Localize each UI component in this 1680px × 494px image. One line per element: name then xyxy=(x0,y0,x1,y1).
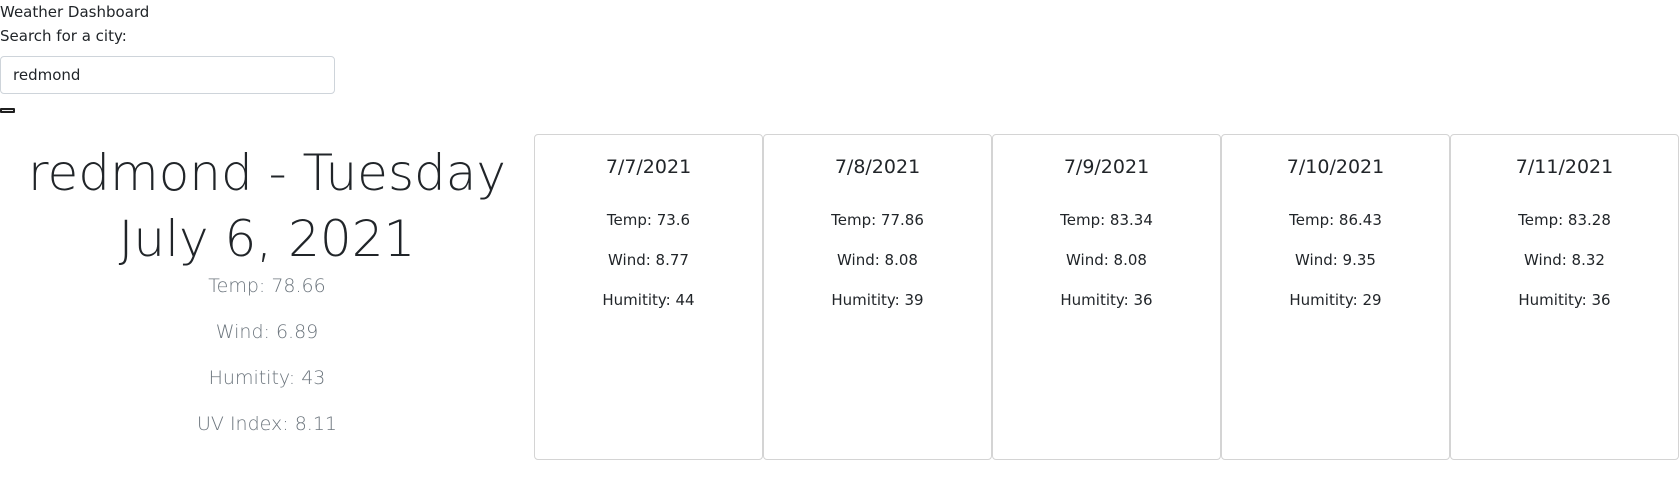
forecast-cards: 7/7/2021 Temp: 73.6 Wind: 8.77 Humitity:… xyxy=(534,134,1679,460)
forecast-humidity: Humitity: 29 xyxy=(1289,291,1382,309)
forecast-temp: Temp: 86.43 xyxy=(1289,211,1382,229)
forecast-date: 7/11/2021 xyxy=(1515,156,1614,178)
forecast-card: 7/10/2021 Temp: 86.43 Wind: 9.35 Humitit… xyxy=(1221,134,1450,460)
current-temp: Temp: 78.66 xyxy=(208,275,326,297)
search-input[interactable] xyxy=(0,56,335,94)
current-wind: Wind: 6.89 xyxy=(215,321,319,343)
forecast-humidity: Humitity: 44 xyxy=(602,291,695,309)
forecast-temp: Temp: 83.28 xyxy=(1518,211,1611,229)
forecast-card: 7/9/2021 Temp: 83.34 Wind: 8.08 Humitity… xyxy=(992,134,1221,460)
search-button[interactable] xyxy=(0,108,15,113)
current-weather: redmond - Tuesday July 6, 2021 Temp: 78.… xyxy=(0,140,534,458)
forecast-wind: Wind: 8.32 xyxy=(1524,251,1605,269)
forecast-temp: Temp: 83.34 xyxy=(1060,211,1153,229)
forecast-date: 7/7/2021 xyxy=(605,156,692,178)
current-uv-index: UV Index: 8.11 xyxy=(197,413,337,435)
forecast-wind: Wind: 8.08 xyxy=(837,251,918,269)
forecast-card: 7/8/2021 Temp: 77.86 Wind: 8.08 Humitity… xyxy=(763,134,992,460)
forecast-date: 7/9/2021 xyxy=(1063,156,1150,178)
forecast-humidity: Humitity: 36 xyxy=(1518,291,1611,309)
forecast-date: 7/10/2021 xyxy=(1286,156,1385,178)
forecast-humidity: Humitity: 36 xyxy=(1060,291,1153,309)
forecast-temp: Temp: 77.86 xyxy=(831,211,924,229)
app-title: Weather Dashboard xyxy=(0,3,150,21)
forecast-wind: Wind: 8.08 xyxy=(1066,251,1147,269)
forecast-wind: Wind: 9.35 xyxy=(1295,251,1376,269)
current-stats: Temp: 78.66 Wind: 6.89 Humitity: 43 UV I… xyxy=(0,274,534,458)
forecast-card: 7/7/2021 Temp: 73.6 Wind: 8.77 Humitity:… xyxy=(534,134,763,460)
search-label: Search for a city: xyxy=(0,27,127,45)
forecast-date: 7/8/2021 xyxy=(834,156,921,178)
current-humidity: Humitity: 43 xyxy=(208,367,326,389)
forecast-wind: Wind: 8.77 xyxy=(608,251,689,269)
current-city-date-title: redmond - Tuesday July 6, 2021 xyxy=(28,144,506,268)
forecast-card: 7/11/2021 Temp: 83.28 Wind: 8.32 Humitit… xyxy=(1450,134,1679,460)
forecast-temp: Temp: 73.6 xyxy=(606,211,691,229)
forecast-humidity: Humitity: 39 xyxy=(831,291,924,309)
